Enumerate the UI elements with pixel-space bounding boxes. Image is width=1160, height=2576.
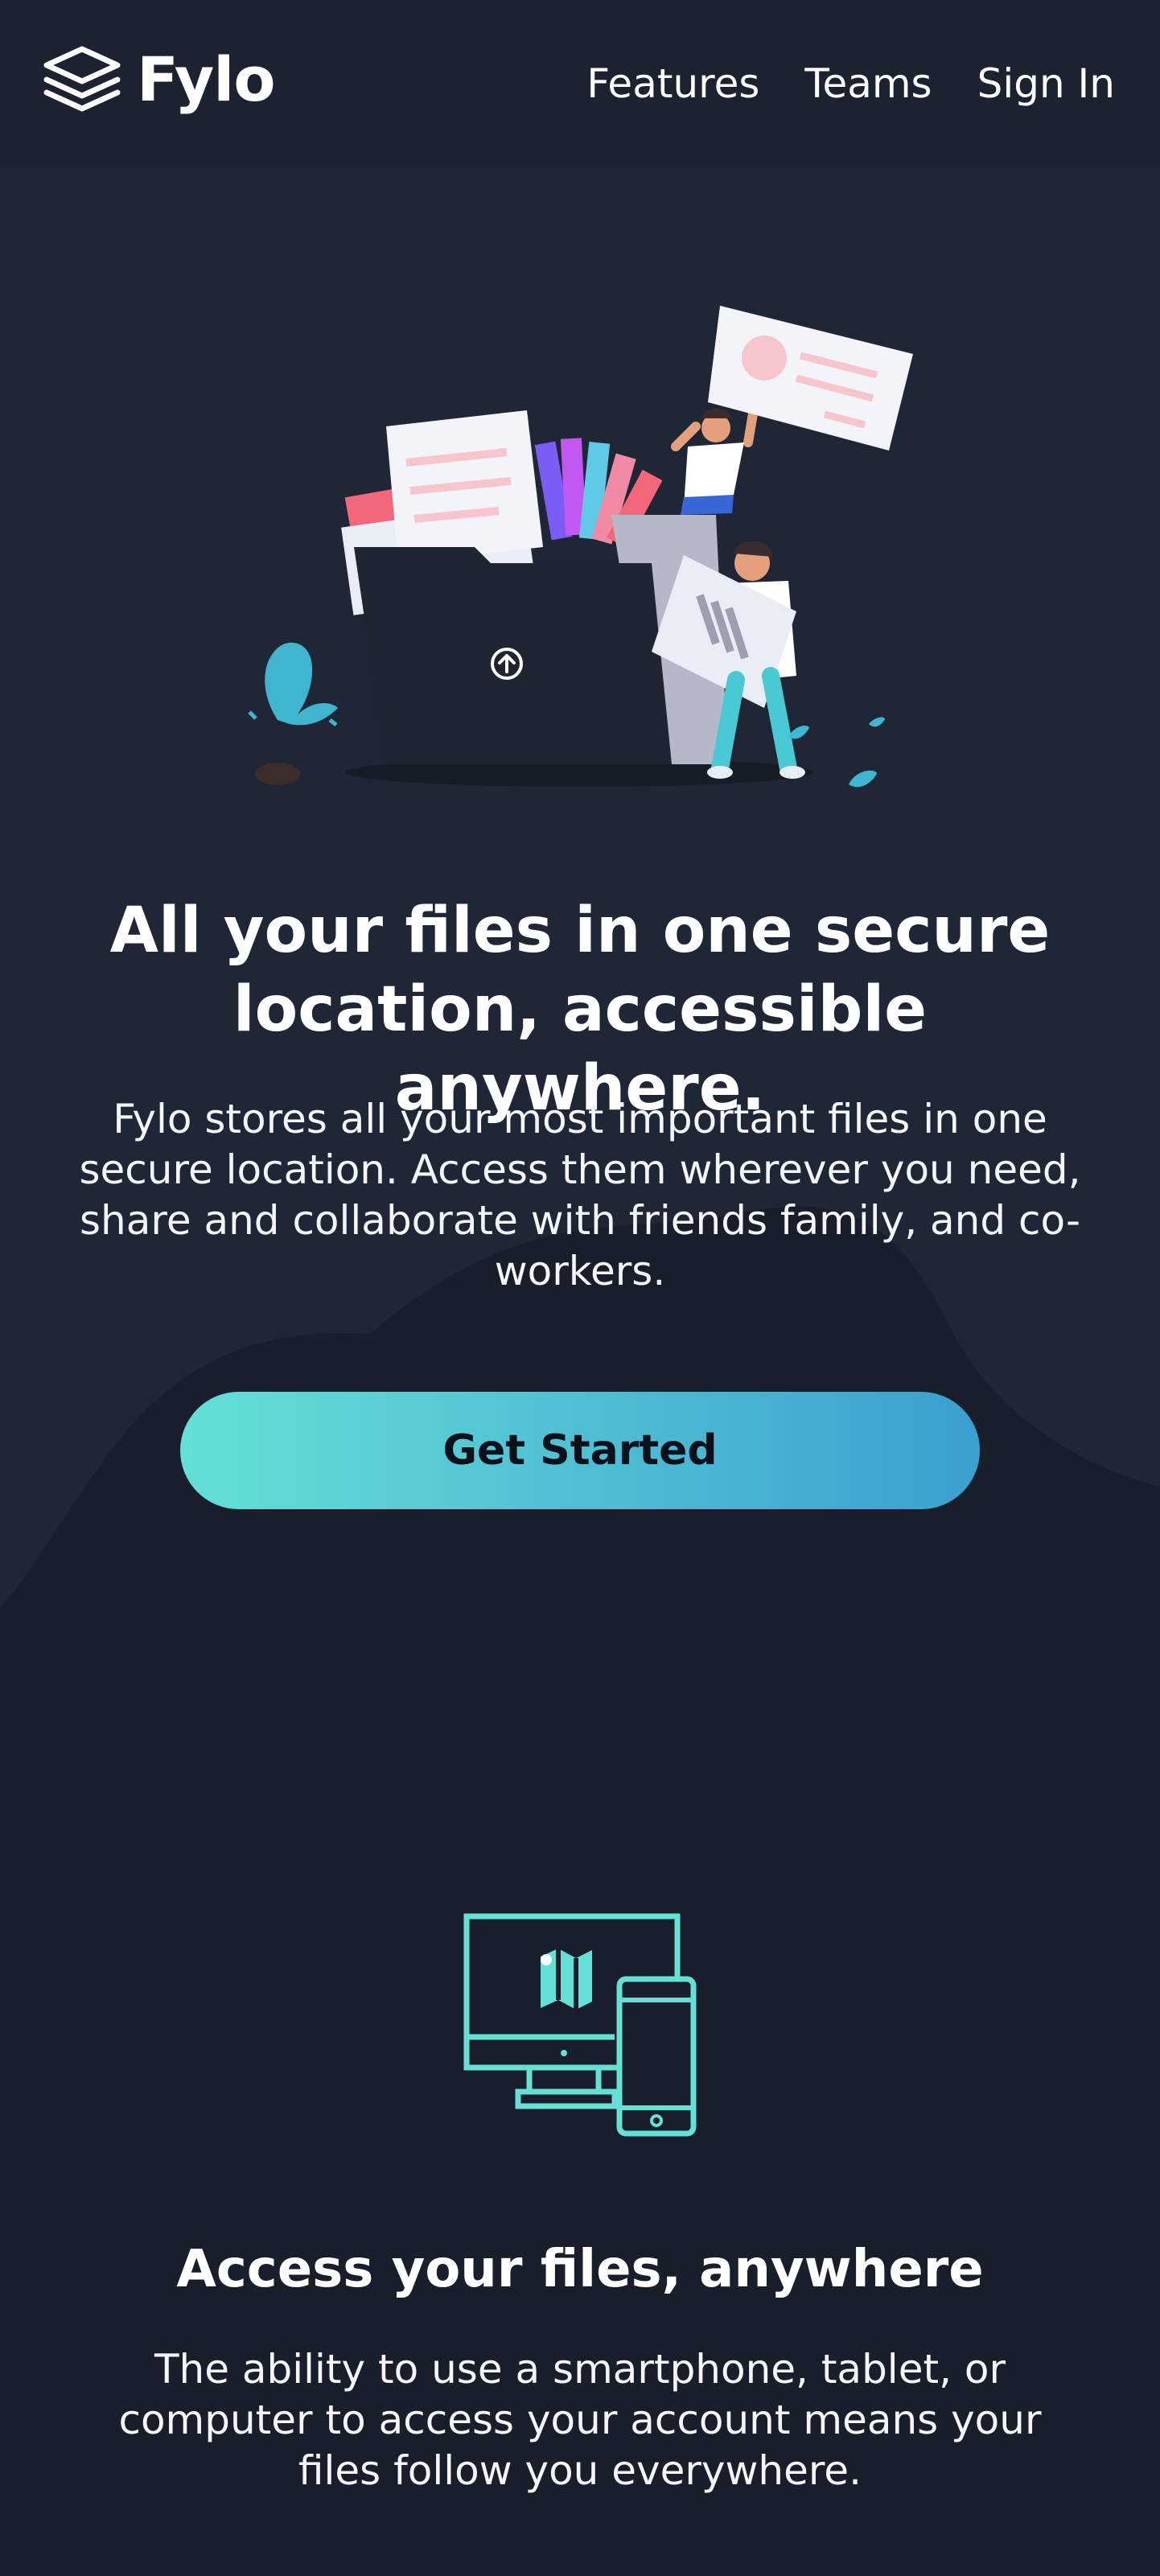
hero-title: All your files in one secure location, a… bbox=[109, 895, 1051, 1125]
site-header: Fylo Features Teams Sign In bbox=[0, 0, 1160, 167]
hero-illustration bbox=[248, 306, 913, 788]
main-nav: Features Teams Sign In bbox=[586, 58, 1115, 109]
hero-description: Fylo stores all your most important file… bbox=[79, 1096, 1081, 1294]
devices-icon bbox=[463, 1913, 697, 2137]
nav-link-features[interactable]: Features bbox=[586, 58, 759, 109]
nav-link-teams[interactable]: Teams bbox=[804, 58, 932, 109]
brand-name: Fylo bbox=[137, 43, 276, 115]
nav-link-sign-in[interactable]: Sign In bbox=[977, 58, 1115, 109]
feature-description: The ability to use a smartphone, tablet,… bbox=[118, 2346, 1042, 2494]
get-started-button[interactable]: Get Started bbox=[180, 1392, 980, 1509]
layers-logo-icon bbox=[43, 46, 121, 112]
logo[interactable]: Fylo bbox=[42, 43, 276, 116]
feature-title: Access your files, anywhere bbox=[176, 2240, 984, 2299]
